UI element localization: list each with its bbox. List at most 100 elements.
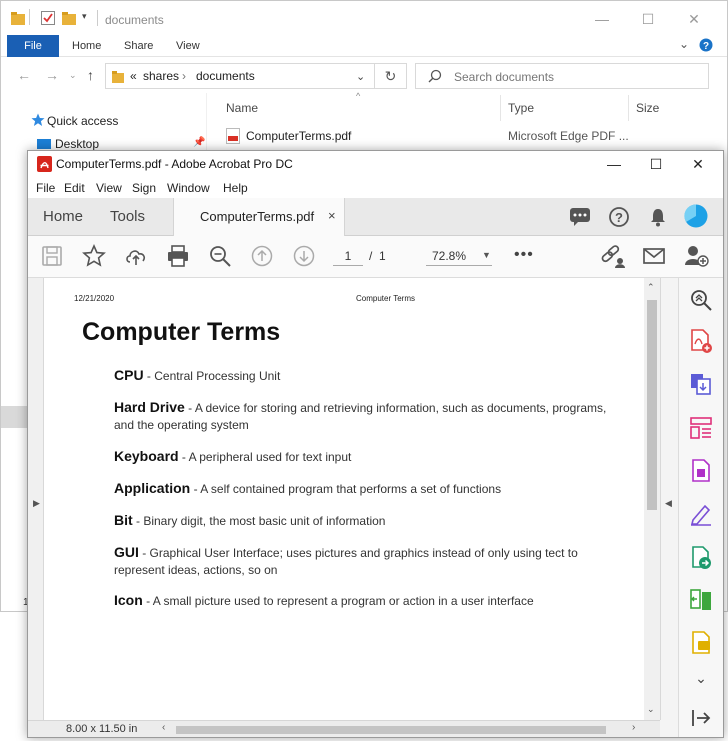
zoom-dropdown-icon[interactable]: ▼	[482, 250, 491, 260]
email-icon[interactable]	[642, 244, 668, 270]
fill-sign-icon[interactable]	[689, 502, 713, 526]
term-name: Application	[114, 480, 191, 496]
address-dropdown-icon[interactable]: ⌄	[356, 70, 365, 83]
organize-pages-icon[interactable]	[689, 416, 713, 440]
help-icon[interactable]: ?	[609, 207, 629, 232]
zoom-tool-icon[interactable]	[689, 288, 713, 312]
upload-cloud-icon[interactable]	[124, 244, 150, 270]
up-icon[interactable]: ↑	[87, 67, 94, 83]
column-size[interactable]: Size	[636, 101, 659, 115]
nav-quick-access[interactable]: Quick access	[47, 114, 118, 128]
menu-file[interactable]: File	[36, 181, 55, 195]
menu-help[interactable]: Help	[223, 181, 248, 195]
back-icon[interactable]: ←	[17, 67, 31, 83]
more-tools-chevron-icon[interactable]: ⌄	[689, 670, 713, 694]
add-user-icon[interactable]	[684, 244, 710, 270]
maximize-icon[interactable]: ☐	[625, 7, 671, 31]
combine-files-icon[interactable]	[689, 372, 713, 396]
comment-tool-icon[interactable]	[689, 631, 713, 655]
menu-sign[interactable]: Sign	[132, 181, 156, 195]
explorer-title: documents	[105, 13, 164, 27]
previous-page-icon[interactable]	[250, 244, 276, 270]
expand-left-panel-icon[interactable]: ▶	[33, 498, 40, 509]
help-icon[interactable]: ?	[699, 38, 713, 57]
menu-edit[interactable]: Edit	[64, 181, 85, 195]
maximize-icon[interactable]: ☐	[636, 151, 676, 177]
refresh-icon: ↻	[384, 68, 397, 84]
menu-view[interactable]: View	[96, 181, 122, 195]
left-panel-toggle[interactable]: ▶	[28, 278, 44, 721]
folder-icon	[11, 12, 25, 30]
print-icon[interactable]	[166, 244, 192, 270]
minimize-icon[interactable]: —	[594, 151, 634, 177]
user-avatar[interactable]	[684, 204, 708, 233]
search-box[interactable]: Search documents	[415, 63, 709, 89]
breadcrumb-documents[interactable]: documents	[196, 69, 255, 83]
term-name: Bit	[114, 512, 133, 528]
address-overflow[interactable]: «	[130, 69, 137, 83]
status-bar: 8.00 x 11.50 in ‹ ›	[28, 720, 660, 737]
ribbon-tab-file[interactable]: File	[7, 35, 59, 57]
acrobat-title: ComputerTerms.pdf - Adobe Acrobat Pro DC	[56, 157, 293, 171]
forward-icon[interactable]: →	[45, 67, 59, 83]
refresh-button[interactable]: ↻	[375, 63, 407, 89]
term-name: Keyboard	[114, 448, 179, 464]
desktop: ▾ documents — ☐ ✕ File Home Share View ⌄…	[0, 0, 728, 741]
column-name[interactable]: Name	[226, 101, 258, 115]
compare-files-icon[interactable]	[689, 588, 713, 612]
bookmark-star-icon[interactable]	[82, 244, 108, 270]
folder-icon	[112, 70, 124, 88]
collapse-right-panel-icon[interactable]: ◀	[665, 498, 672, 509]
recent-locations-icon[interactable]: ⌄	[69, 70, 77, 81]
more-tools-icon[interactable]: •••	[514, 246, 540, 272]
edit-pdf-icon[interactable]	[689, 459, 713, 483]
scroll-right-icon[interactable]: ›	[632, 722, 635, 733]
nav-desktop[interactable]: Desktop	[55, 137, 99, 151]
tab-home[interactable]: Home	[43, 208, 83, 225]
vertical-scroll-thumb[interactable]	[647, 300, 657, 510]
document-viewer[interactable]: 12/21/2020 Computer Terms Computer Terms…	[44, 278, 644, 720]
ribbon-tab-share[interactable]: Share	[124, 35, 153, 57]
right-panel-toggle[interactable]: ◀	[660, 278, 678, 720]
toolbar: 1 / 1 72.8% ▼ •••	[28, 236, 723, 278]
properties-icon[interactable]	[41, 11, 55, 30]
new-folder-icon[interactable]	[62, 12, 76, 30]
tab-tools[interactable]: Tools	[110, 208, 145, 225]
notifications-bell-icon[interactable]	[648, 207, 668, 232]
term-definition: - Central Processing Unit	[143, 369, 281, 383]
tab-document[interactable]: ComputerTerms.pdf ×	[173, 198, 345, 237]
scroll-down-icon[interactable]: ⌄	[647, 704, 655, 715]
scroll-up-icon[interactable]: ⌃	[647, 282, 655, 293]
create-pdf-icon[interactable]	[689, 329, 713, 353]
next-page-icon[interactable]	[292, 244, 318, 270]
close-icon[interactable]: ✕	[678, 151, 718, 177]
search-icon	[428, 69, 442, 88]
tab-close-icon[interactable]: ×	[328, 208, 336, 223]
comments-icon[interactable]	[569, 207, 591, 232]
explorer-titlebar: ▾ documents — ☐ ✕	[1, 1, 727, 37]
share-link-icon[interactable]	[600, 244, 626, 270]
ribbon-tab-view[interactable]: View	[176, 35, 200, 57]
column-type[interactable]: Type	[508, 101, 534, 115]
horizontal-scrollbar[interactable]: ‹ ›	[162, 722, 642, 735]
collapse-panel-icon[interactable]	[689, 706, 713, 730]
customize-toolbar-icon[interactable]: ▾	[82, 11, 87, 22]
scroll-left-icon[interactable]: ‹	[162, 722, 165, 733]
expand-ribbon-icon[interactable]: ⌄	[679, 37, 689, 51]
address-bar[interactable]: « shares › documents ⌄	[105, 63, 375, 89]
search-input[interactable]: Search documents	[454, 70, 554, 84]
breadcrumb-shares[interactable]: shares	[143, 69, 179, 83]
send-for-review-icon[interactable]	[689, 546, 713, 570]
ribbon-tab-home[interactable]: Home	[72, 35, 101, 57]
horizontal-scroll-thumb[interactable]	[176, 726, 606, 734]
menu-window[interactable]: Window	[167, 181, 210, 195]
zoom-search-icon[interactable]	[208, 244, 234, 270]
file-row[interactable]: ComputerTerms.pdf Microsoft Edge PDF ...	[208, 125, 727, 147]
save-icon[interactable]	[40, 244, 66, 270]
term-definition: - A self contained program that performs…	[190, 482, 502, 496]
minimize-icon[interactable]: —	[579, 7, 625, 31]
file-name: ComputerTerms.pdf	[246, 129, 352, 143]
page-number-input[interactable]: 1	[333, 246, 363, 266]
close-icon[interactable]: ✕	[671, 7, 717, 31]
vertical-scrollbar[interactable]: ⌃ ⌄	[644, 278, 660, 720]
